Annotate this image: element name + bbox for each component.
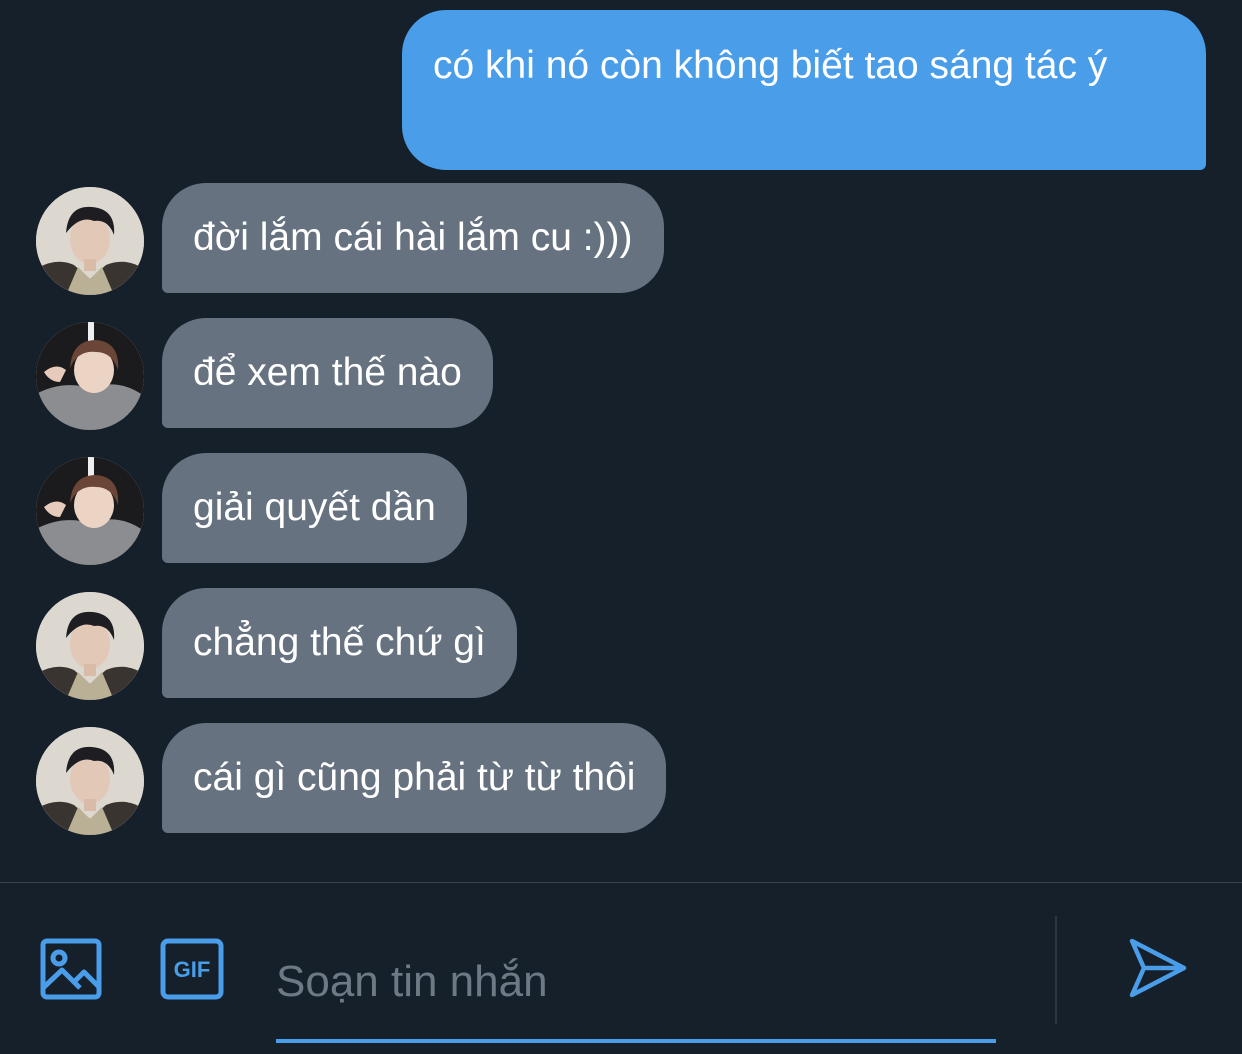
message-input[interactable] <box>276 947 996 1017</box>
outgoing-message-bubble[interactable]: có khi nó còn không biết tao sáng tác ý <box>402 10 1206 170</box>
message-composer: GIF <box>0 883 1242 1054</box>
incoming-message-bubble[interactable]: đời lắm cái hài lắm cu :))) <box>162 183 664 293</box>
send-button[interactable] <box>1128 937 1188 1004</box>
avatar[interactable] <box>36 187 144 295</box>
input-focus-underline <box>276 1039 996 1043</box>
send-icon <box>1129 938 1187 998</box>
composer-input-wrap <box>276 923 996 1043</box>
message-thread: có khi nó còn không biết tao sáng tác ý … <box>0 0 1242 882</box>
composer-separator <box>1055 916 1057 1024</box>
incoming-message-bubble[interactable]: chẳng thế chứ gì <box>162 588 517 698</box>
avatar[interactable] <box>36 457 144 565</box>
incoming-message-bubble[interactable]: để xem thế nào <box>162 318 493 428</box>
incoming-message-bubble[interactable]: cái gì cũng phải từ từ thôi <box>162 723 667 833</box>
avatar[interactable] <box>36 592 144 700</box>
incoming-message-bubble[interactable]: giải quyết dần <box>162 453 467 563</box>
gif-label: GIF <box>174 957 211 982</box>
add-image-button[interactable] <box>40 938 102 1005</box>
avatar[interactable] <box>36 727 144 835</box>
image-icon <box>40 938 102 1000</box>
add-gif-button[interactable]: GIF <box>160 938 224 1005</box>
gif-icon: GIF <box>160 938 224 1000</box>
avatar[interactable] <box>36 322 144 430</box>
